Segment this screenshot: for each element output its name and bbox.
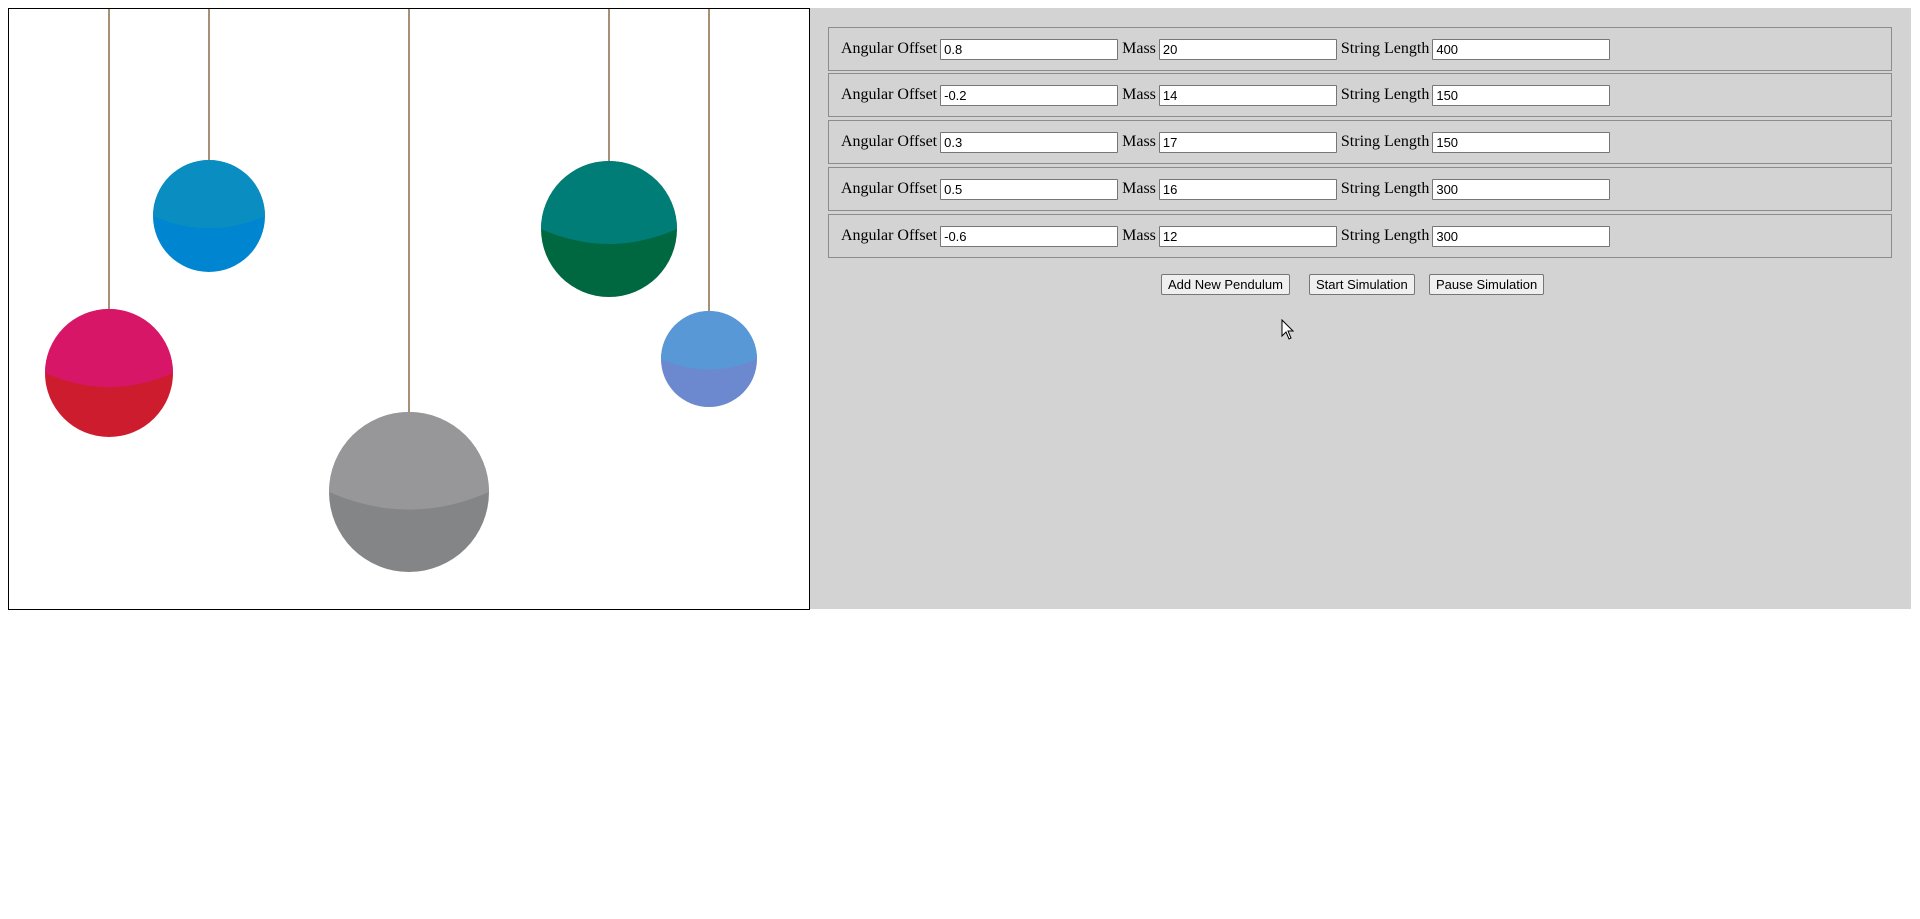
start-simulation-button[interactable]: Start Simulation: [1309, 274, 1415, 295]
pendulum-3: [329, 9, 489, 572]
angular-offset-label: Angular Offset: [841, 227, 938, 244]
mass-label: Mass: [1122, 86, 1156, 103]
add-pendulum-button[interactable]: Add New Pendulum: [1161, 274, 1290, 295]
mass-label: Mass: [1122, 180, 1156, 197]
mouse-pointer-icon: [1281, 319, 1295, 340]
angular-offset-input[interactable]: [940, 131, 1119, 153]
pendulum-row-3: Angular Offset Mass String Length: [828, 120, 1892, 164]
string-length-input[interactable]: [1432, 84, 1611, 106]
mass-label: Mass: [1122, 133, 1156, 150]
pendulum-4: [541, 9, 677, 297]
angular-offset-input[interactable]: [940, 178, 1119, 200]
pendulum-drawing: [45, 9, 757, 572]
angular-offset-input[interactable]: [940, 225, 1119, 247]
mass-input[interactable]: [1158, 178, 1337, 200]
pause-simulation-button[interactable]: Pause Simulation: [1429, 274, 1545, 295]
pendulum-bob-highlight: [329, 412, 489, 510]
string-length-label: String Length: [1340, 227, 1430, 244]
string-length-label: String Length: [1340, 40, 1430, 57]
string-length-label: String Length: [1340, 180, 1430, 197]
string-length-label: String Length: [1340, 86, 1430, 103]
mass-label: Mass: [1122, 227, 1156, 244]
mass-input[interactable]: [1158, 84, 1337, 106]
mass-input[interactable]: [1158, 225, 1337, 247]
angular-offset-label: Angular Offset: [841, 133, 938, 150]
mass-input[interactable]: [1158, 38, 1337, 60]
pendulum-bob-highlight: [541, 161, 677, 244]
pendulum-row-2: Angular Offset Mass String Length: [828, 73, 1892, 117]
angular-offset-label: Angular Offset: [841, 86, 938, 103]
pendulum-bob-highlight: [153, 160, 265, 229]
angular-offset-input[interactable]: [940, 38, 1119, 60]
pendulum-bob-highlight: [661, 311, 757, 370]
pendulum-row-5: Angular Offset Mass String Length: [828, 214, 1892, 258]
pendulum-canvas[interactable]: [8, 8, 810, 610]
string-length-input[interactable]: [1432, 178, 1611, 200]
mass-input[interactable]: [1158, 131, 1337, 153]
pendulum-bob-highlight: [45, 309, 173, 388]
pendulum-2: [153, 9, 265, 272]
pendulum-row-1: Angular Offset Mass String Length: [828, 27, 1892, 71]
pendulum-row-4: Angular Offset Mass String Length: [828, 167, 1892, 211]
angular-offset-label: Angular Offset: [841, 40, 938, 57]
string-length-input[interactable]: [1432, 225, 1611, 247]
angular-offset-label: Angular Offset: [841, 180, 938, 197]
string-length-input[interactable]: [1432, 131, 1611, 153]
string-length-input[interactable]: [1432, 38, 1611, 60]
pendulum-5: [661, 9, 757, 407]
control-panel: Angular Offset Mass String Length Angula…: [810, 8, 1911, 609]
mass-label: Mass: [1122, 40, 1156, 57]
angular-offset-input[interactable]: [940, 84, 1119, 106]
string-length-label: String Length: [1340, 133, 1430, 150]
